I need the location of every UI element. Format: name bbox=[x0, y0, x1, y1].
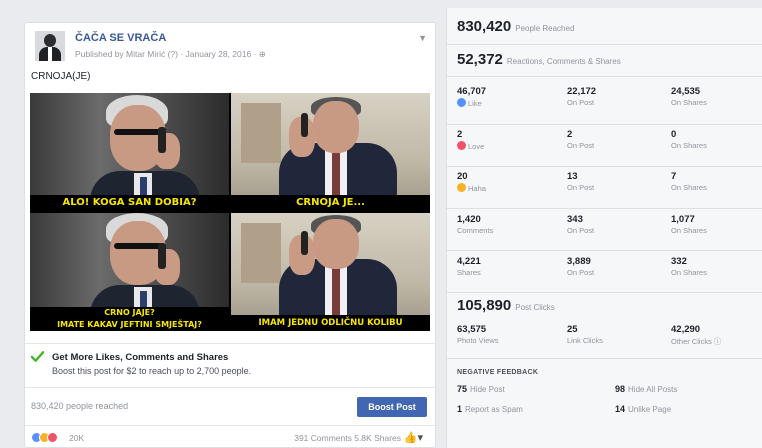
on-shares-label: On Shares bbox=[671, 268, 707, 277]
shares-on-shares: 332 bbox=[671, 256, 687, 267]
haha-row: 20 Haha 13 On Post 7 On Shares bbox=[447, 171, 762, 213]
post-insights-panel: 830,420 People Reached 52,372 Reactions, C… bbox=[446, 8, 762, 448]
on-post-label: On Post bbox=[567, 183, 595, 192]
likes-on-post: 22,172 bbox=[567, 86, 597, 97]
chevron-down-icon[interactable]: ▼ bbox=[418, 33, 427, 43]
reach-row: 830,420 people reached Boost Post bbox=[25, 387, 435, 425]
engagement-stat: 52,372 Reactions, Comments & Shares bbox=[457, 51, 621, 68]
on-shares-label: On Shares bbox=[671, 98, 707, 107]
on-post-label: On Post bbox=[567, 226, 595, 235]
meme-panel-bottom-right: IMAM JEDNU ODLIČNU KOLIBU bbox=[231, 213, 430, 331]
hide-all-posts-value: 98 bbox=[615, 384, 626, 394]
love-total: 2 bbox=[457, 129, 463, 140]
like-icon bbox=[457, 98, 466, 107]
love-reaction-icon bbox=[47, 432, 58, 443]
unlike-page-label: Unlike Page bbox=[628, 405, 672, 414]
report-spam-value: 1 bbox=[457, 404, 463, 414]
page-avatar[interactable] bbox=[35, 31, 65, 61]
promo-title: Get More Likes, Comments and Shares bbox=[52, 352, 229, 363]
on-post-label: On Post bbox=[567, 98, 595, 107]
love-icon bbox=[457, 141, 466, 150]
comments-label: Comments bbox=[457, 226, 494, 235]
meme-caption: CRNO JAJE? IMATE KAKAV JEFTINI SMJEŠTAJ? bbox=[30, 307, 229, 331]
post-card: ČAČA SE VRAČA Published by Mitar Mirić (… bbox=[24, 22, 436, 448]
post-text: CRNOJA(JE) bbox=[31, 71, 91, 82]
haha-total: 20 bbox=[457, 171, 468, 182]
people-reached-value: 830,420 bbox=[457, 18, 512, 35]
link-clicks-value: 25 bbox=[567, 324, 578, 335]
meme-panel-top-right: CRNOJA JE... bbox=[231, 93, 430, 211]
likes-row: 46,707 Like 22,172 On Post 24,535 On Shares bbox=[447, 86, 762, 128]
promo-text: Boost this post for $2 to reach up to 2,… bbox=[52, 366, 252, 376]
on-post-label: On Post bbox=[567, 268, 595, 277]
on-post-label: On Post bbox=[567, 141, 595, 150]
photo-views-value: 63,575 bbox=[457, 324, 487, 335]
people-reached-stat: 830,420 People Reached bbox=[457, 18, 574, 35]
love-on-post: 2 bbox=[567, 129, 573, 140]
post-clicks-stat: 105,890 Post Clicks bbox=[457, 297, 555, 314]
likes-total: 46,707 bbox=[457, 86, 487, 97]
post-clicks-label: Post Clicks bbox=[515, 303, 555, 312]
engagement-label: Reactions, Comments & Shares bbox=[506, 57, 621, 66]
clicks-row: 63,575 Photo Views 25 Link Clicks 42,290 Ot… bbox=[447, 324, 762, 366]
shares-label: Shares bbox=[457, 268, 481, 277]
people-reached-label: People Reached bbox=[515, 24, 575, 33]
haha-icon bbox=[457, 183, 466, 192]
post-header: ČAČA SE VRAČA Published by Mitar Mirić (… bbox=[31, 31, 431, 65]
on-shares-label: On Shares bbox=[671, 226, 707, 235]
meme-image[interactable]: ALO! KOGA SAN DOBIA? CRNOJA JE... CRNO J… bbox=[30, 93, 430, 331]
thumbs-up-dropdown-icon[interactable]: 👍▾ bbox=[404, 431, 423, 444]
on-shares-label: On Shares bbox=[671, 183, 707, 192]
love-label: Love bbox=[468, 142, 485, 151]
check-icon bbox=[31, 351, 44, 362]
haha-on-shares: 7 bbox=[671, 171, 677, 182]
hide-post-stat: 75 Hide Post bbox=[457, 384, 505, 394]
engagement-value: 52,372 bbox=[457, 51, 503, 68]
hide-all-posts-label: Hide All Posts bbox=[628, 385, 678, 394]
shares-total: 4,221 bbox=[457, 256, 481, 267]
meme-caption: CRNOJA JE... bbox=[231, 195, 430, 211]
haha-label: Haha bbox=[468, 184, 486, 193]
report-spam-stat: 1 Report as Spam bbox=[457, 404, 523, 414]
post-clicks-value: 105,890 bbox=[457, 297, 512, 314]
other-clicks-value: 42,290 bbox=[671, 324, 701, 335]
report-spam-label: Report as Spam bbox=[465, 405, 523, 414]
boost-promo: Get More Likes, Comments and Shares Boos… bbox=[25, 343, 435, 387]
likes-label: Like bbox=[468, 99, 482, 108]
hide-post-value: 75 bbox=[457, 384, 468, 394]
reactions-row: 20K 391 Comments 5.8K Shares 👍▾ bbox=[25, 425, 435, 448]
boost-post-button[interactable]: Boost Post bbox=[357, 397, 427, 417]
other-clicks-label[interactable]: Other Clicks ⓘ bbox=[671, 336, 762, 347]
comments-on-post: 343 bbox=[567, 214, 583, 225]
haha-on-post: 13 bbox=[567, 171, 578, 182]
negative-feedback-title: NEGATIVE FEEDBACK bbox=[457, 369, 539, 376]
meme-panel-top-left: ALO! KOGA SAN DOBIA? bbox=[30, 93, 229, 211]
photo-views-label: Photo Views bbox=[457, 336, 499, 345]
love-on-shares: 0 bbox=[671, 129, 677, 140]
reaction-icons[interactable] bbox=[31, 432, 58, 443]
comments-shares-count[interactable]: 391 Comments 5.8K Shares bbox=[294, 433, 401, 443]
on-shares-label: On Shares bbox=[671, 141, 707, 150]
hide-all-posts-stat: 98 Hide All Posts bbox=[615, 384, 677, 394]
hide-post-label: Hide Post bbox=[470, 385, 505, 394]
link-clicks-label: Link Clicks bbox=[567, 336, 603, 345]
page-name-link[interactable]: ČAČA SE VRAČA bbox=[75, 32, 166, 44]
likes-on-shares: 24,535 bbox=[671, 86, 701, 97]
published-by: Published by Mitar Mirić (?) · January 2… bbox=[75, 49, 266, 59]
meme-caption: ALO! KOGA SAN DOBIA? bbox=[30, 195, 229, 211]
people-reached-text: 830,420 people reached bbox=[31, 401, 129, 411]
love-row: 2 Love 2 On Post 0 On Shares bbox=[447, 129, 762, 171]
meme-panel-bottom-left: CRNO JAJE? IMATE KAKAV JEFTINI SMJEŠTAJ? bbox=[30, 213, 229, 331]
comments-total: 1,420 bbox=[457, 214, 481, 225]
meme-caption-line: CRNO JAJE? bbox=[104, 308, 155, 317]
shares-on-post: 3,889 bbox=[567, 256, 591, 267]
comments-on-shares: 1,077 bbox=[671, 214, 695, 225]
meme-caption: IMAM JEDNU ODLIČNU KOLIBU bbox=[231, 315, 430, 331]
unlike-page-stat: 14 Unlike Page bbox=[615, 404, 671, 414]
meme-caption-line: IMATE KAKAV JEFTINI SMJEŠTAJ? bbox=[57, 320, 202, 329]
unlike-page-value: 14 bbox=[615, 404, 626, 414]
reaction-count[interactable]: 20K bbox=[69, 433, 84, 443]
